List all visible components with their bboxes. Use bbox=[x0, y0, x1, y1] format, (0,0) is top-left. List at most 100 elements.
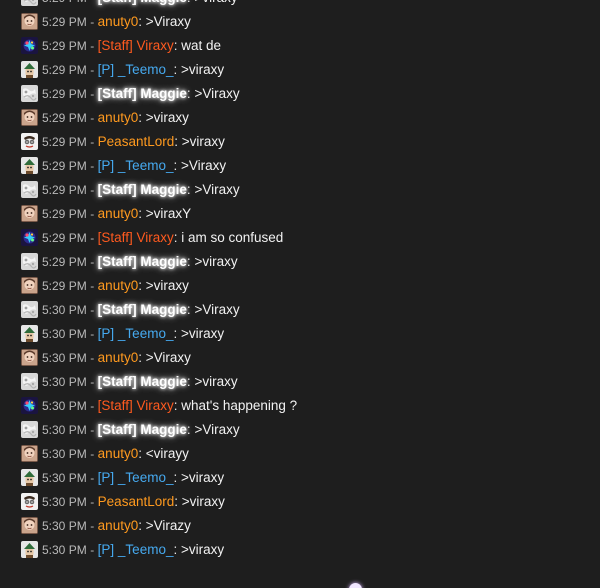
maggie-avatar-icon[interactable] bbox=[21, 0, 38, 6]
message-username[interactable]: [Staff] Maggie bbox=[98, 254, 187, 269]
message-timestamp: 5:30 PM bbox=[42, 399, 87, 413]
message-text: >viraxY bbox=[145, 206, 192, 221]
message-username[interactable]: [Staff] Maggie bbox=[98, 86, 187, 101]
teemo-avatar-icon[interactable] bbox=[21, 157, 38, 174]
message-username[interactable]: PeasantLord bbox=[98, 134, 175, 149]
chat-message: 5:29 PM - [Staff] Maggie: >viraxy bbox=[0, 250, 600, 274]
timestamp-separator: - bbox=[90, 183, 95, 197]
maggie-avatar-icon[interactable] bbox=[21, 181, 38, 198]
peasantlord-avatar-icon[interactable] bbox=[21, 493, 38, 510]
message-line: 5:29 PM - [P] _Teemo_: >Viraxy bbox=[42, 158, 226, 174]
timestamp-separator: - bbox=[90, 15, 95, 29]
maggie-avatar-icon[interactable] bbox=[21, 85, 38, 102]
message-text: >viraxy bbox=[194, 0, 237, 5]
message-line: 5:30 PM - [Staff] Maggie: >Viraxy bbox=[42, 302, 240, 318]
message-text: >Viraxy bbox=[194, 422, 240, 437]
chat-message: 5:30 PM - [Staff] Maggie: >Viraxy bbox=[0, 298, 600, 322]
anuty0-avatar-icon[interactable] bbox=[21, 277, 38, 294]
viraxy-avatar-icon[interactable] bbox=[21, 397, 38, 414]
message-username[interactable]: anuty0 bbox=[98, 110, 139, 125]
anuty0-avatar-icon[interactable] bbox=[21, 205, 38, 222]
message-username[interactable]: [P] _Teemo_ bbox=[98, 158, 174, 173]
anuty0-avatar-icon[interactable] bbox=[21, 517, 38, 534]
message-line: 5:29 PM - anuty0: >viraxy bbox=[42, 110, 189, 126]
message-text: >Viraxy bbox=[145, 350, 191, 365]
message-line: 5:29 PM - anuty0: >Viraxy bbox=[42, 14, 191, 30]
message-list: 5:29 PM - [Staff] Maggie: >viraxy 5:29 P… bbox=[0, 0, 600, 562]
timestamp-separator: - bbox=[90, 543, 95, 557]
teemo-avatar-icon[interactable] bbox=[21, 61, 38, 78]
message-line: 5:29 PM - anuty0: >viraxY bbox=[42, 206, 191, 222]
message-username[interactable]: [P] _Teemo_ bbox=[98, 326, 174, 341]
message-username[interactable]: anuty0 bbox=[98, 350, 139, 365]
anuty0-avatar-icon[interactable] bbox=[21, 13, 38, 30]
message-username[interactable]: PeasantLord bbox=[98, 494, 175, 509]
message-timestamp: 5:30 PM bbox=[42, 375, 87, 389]
message-line: 5:29 PM - [Staff] Viraxy: wat de bbox=[42, 38, 221, 54]
chat-message: 5:29 PM - [P] _Teemo_: >Viraxy bbox=[0, 154, 600, 178]
message-username[interactable]: [Staff] Viraxy bbox=[98, 230, 174, 245]
partial-avatar-glow bbox=[349, 583, 362, 588]
message-timestamp: 5:29 PM bbox=[42, 111, 87, 125]
peasantlord-avatar-icon[interactable] bbox=[21, 133, 38, 150]
message-line: 5:29 PM - [Staff] Maggie: >Viraxy bbox=[42, 182, 240, 198]
message-timestamp: 5:30 PM bbox=[42, 303, 87, 317]
message-username[interactable]: anuty0 bbox=[98, 14, 139, 29]
viraxy-avatar-icon[interactable] bbox=[21, 229, 38, 246]
maggie-avatar-icon[interactable] bbox=[21, 253, 38, 270]
message-timestamp: 5:29 PM bbox=[42, 63, 87, 77]
message-line: 5:29 PM - PeasantLord: >viraxy bbox=[42, 134, 225, 150]
chat-message: 5:29 PM - anuty0: >viraxy bbox=[0, 274, 600, 298]
message-timestamp: 5:29 PM bbox=[42, 207, 87, 221]
message-timestamp: 5:29 PM bbox=[42, 15, 87, 29]
timestamp-separator: - bbox=[90, 423, 95, 437]
anuty0-avatar-icon[interactable] bbox=[21, 445, 38, 462]
message-username[interactable]: [Staff] Viraxy bbox=[98, 398, 174, 413]
message-text: >Viraxy bbox=[194, 302, 240, 317]
message-username[interactable]: anuty0 bbox=[98, 518, 139, 533]
message-username[interactable]: [Staff] Viraxy bbox=[98, 38, 174, 53]
timestamp-separator: - bbox=[90, 303, 95, 317]
timestamp-separator: - bbox=[90, 399, 95, 413]
anuty0-avatar-icon[interactable] bbox=[21, 349, 38, 366]
message-username[interactable]: [P] _Teemo_ bbox=[98, 62, 174, 77]
message-username[interactable]: anuty0 bbox=[98, 446, 139, 461]
message-username[interactable]: [Staff] Maggie bbox=[98, 0, 187, 5]
teemo-avatar-icon[interactable] bbox=[21, 469, 38, 486]
message-username[interactable]: [P] _Teemo_ bbox=[98, 542, 174, 557]
message-line: 5:30 PM - anuty0: >Viraxy bbox=[42, 350, 191, 366]
maggie-avatar-icon[interactable] bbox=[21, 373, 38, 390]
chat-message: 5:30 PM - anuty0: >Viraxy bbox=[0, 346, 600, 370]
message-text: what's happening ? bbox=[181, 398, 298, 413]
message-username[interactable]: [Staff] Maggie bbox=[98, 422, 187, 437]
teemo-avatar-icon[interactable] bbox=[21, 541, 38, 558]
chat-message: 5:29 PM - [Staff] Viraxy: wat de bbox=[0, 34, 600, 58]
timestamp-separator: - bbox=[90, 111, 95, 125]
message-text: i am so confused bbox=[181, 230, 284, 245]
maggie-avatar-icon[interactable] bbox=[21, 301, 38, 318]
timestamp-separator: - bbox=[90, 159, 95, 173]
username-colon: : bbox=[138, 518, 146, 533]
timestamp-separator: - bbox=[90, 135, 95, 149]
message-username[interactable]: [P] _Teemo_ bbox=[98, 470, 174, 485]
viraxy-avatar-icon[interactable] bbox=[21, 37, 38, 54]
message-username[interactable]: [Staff] Maggie bbox=[98, 374, 187, 389]
chat-log[interactable]: 5:29 PM - [Staff] Maggie: >viraxy 5:29 P… bbox=[0, 0, 600, 588]
message-text: >viraxy bbox=[145, 278, 189, 293]
maggie-avatar-icon[interactable] bbox=[21, 421, 38, 438]
message-text: >viraxy bbox=[180, 326, 225, 341]
teemo-avatar-icon[interactable] bbox=[21, 325, 38, 342]
message-username[interactable]: anuty0 bbox=[98, 206, 139, 221]
anuty0-avatar-icon[interactable] bbox=[21, 109, 38, 126]
timestamp-separator: - bbox=[90, 207, 95, 221]
message-username[interactable]: [Staff] Maggie bbox=[98, 302, 187, 317]
username-colon: : bbox=[138, 350, 146, 365]
message-timestamp: 5:29 PM bbox=[42, 279, 87, 293]
message-username[interactable]: [Staff] Maggie bbox=[98, 182, 187, 197]
message-line: 5:29 PM - [Staff] Viraxy: i am so confus… bbox=[42, 230, 283, 246]
chat-message: 5:30 PM - [Staff] Maggie: >Viraxy bbox=[0, 418, 600, 442]
username-colon: : bbox=[138, 446, 146, 461]
message-username[interactable]: anuty0 bbox=[98, 278, 139, 293]
message-timestamp: 5:29 PM bbox=[42, 183, 87, 197]
message-timestamp: 5:29 PM bbox=[42, 0, 87, 5]
